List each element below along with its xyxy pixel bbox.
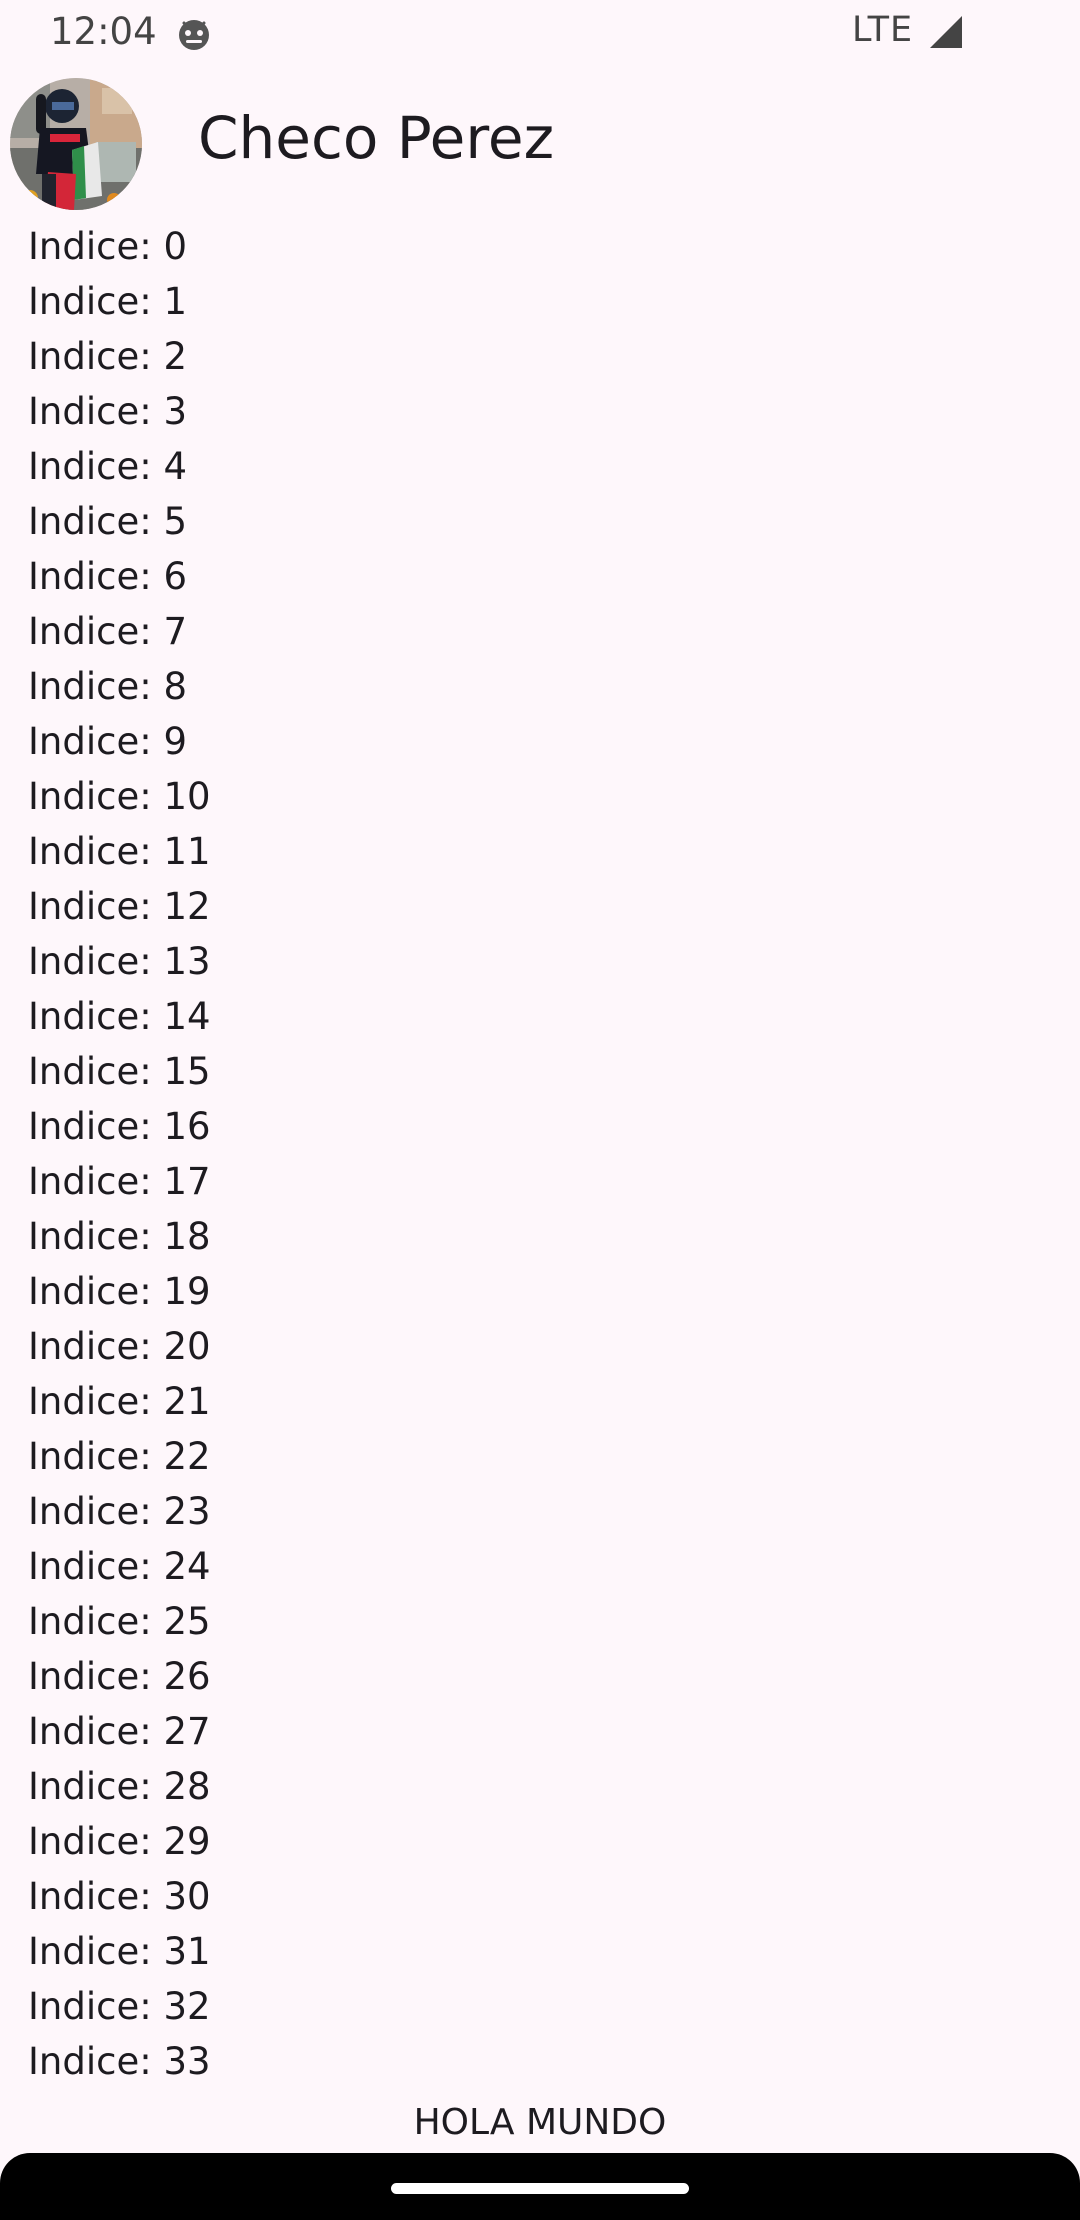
network-type: LTE [852, 10, 914, 50]
list-item: Indice: 31 [28, 1930, 211, 1973]
list-item: Indice: 3 [28, 390, 188, 433]
list-item: Indice: 33 [28, 2040, 211, 2083]
profile-photo-icon [10, 78, 142, 210]
list-item: Indice: 6 [28, 555, 188, 598]
list-item: Indice: 13 [28, 940, 211, 983]
index-list[interactable]: Indice: 0 Indice: 1 Indice: 2 Indice: 3 … [28, 222, 211, 2092]
list-item: Indice: 26 [28, 1655, 211, 1698]
list-item: Indice: 29 [28, 1820, 211, 1863]
list-item: Indice: 8 [28, 665, 188, 708]
footer-text: HOLA MUNDO [413, 2102, 667, 2143]
list-item: Indice: 22 [28, 1435, 211, 1478]
status-time: 12:04 [50, 10, 157, 53]
list-item: Indice: 9 [28, 720, 188, 763]
list-item: Indice: 4 [28, 445, 188, 488]
list-item: Indice: 25 [28, 1600, 211, 1643]
list-item: Indice: 24 [28, 1545, 211, 1588]
status-bar: 12:04 LTE [0, 0, 1080, 66]
list-item: Indice: 12 [28, 885, 211, 928]
home-handle[interactable] [391, 2183, 689, 2194]
list-item: Indice: 28 [28, 1765, 211, 1808]
list-item: Indice: 21 [28, 1380, 211, 1423]
avatar[interactable] [10, 78, 142, 210]
list-item: Indice: 10 [28, 775, 211, 818]
list-item: Indice: 32 [28, 1985, 211, 2028]
list-item: Indice: 5 [28, 500, 188, 543]
list-item: Indice: 18 [28, 1215, 211, 1258]
list-item: Indice: 11 [28, 830, 211, 873]
list-item: Indice: 20 [28, 1325, 211, 1368]
android-debug-icon [174, 14, 214, 54]
list-item: Indice: 7 [28, 610, 188, 653]
list-item: Indice: 16 [28, 1105, 211, 1148]
list-item: Indice: 17 [28, 1160, 211, 1203]
list-item: Indice: 27 [28, 1710, 211, 1753]
list-item: Indice: 1 [28, 280, 188, 323]
app-header: Checo Perez [0, 76, 1080, 216]
navigation-bar [0, 2153, 1080, 2220]
list-item: Indice: 15 [28, 1050, 211, 1093]
page-title: Checo Perez [198, 104, 555, 172]
list-item: Indice: 30 [28, 1875, 211, 1918]
signal-icon [928, 14, 964, 50]
list-item: Indice: 14 [28, 995, 211, 1038]
list-item: Indice: 2 [28, 335, 188, 378]
list-item: Indice: 23 [28, 1490, 211, 1533]
list-item: Indice: 0 [28, 225, 188, 268]
list-item: Indice: 19 [28, 1270, 211, 1313]
